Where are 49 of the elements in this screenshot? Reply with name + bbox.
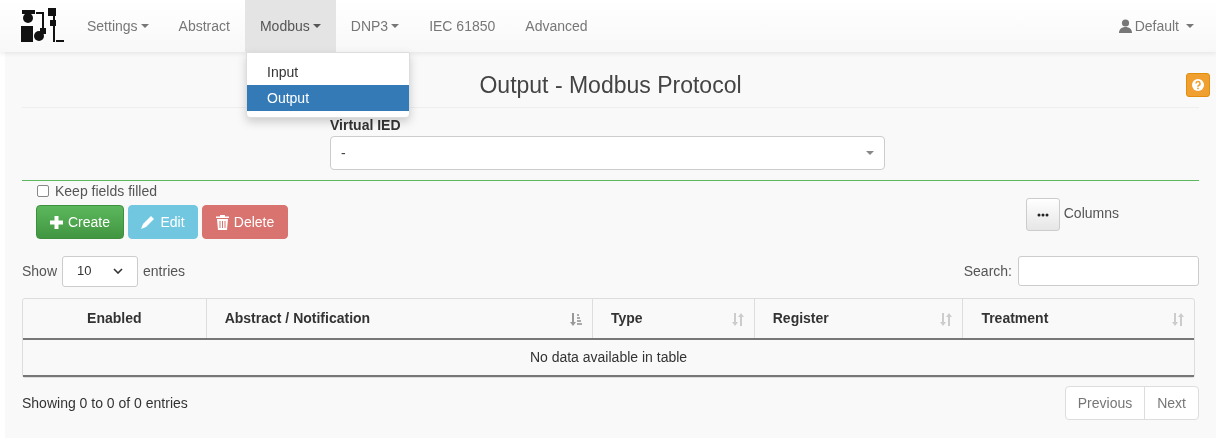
menu-item[interactable]: Output	[247, 85, 409, 111]
checkbox-label: Keep fields filled	[55, 181, 157, 201]
field-label: Virtual IED	[330, 116, 402, 135]
column-header[interactable]: Treatment	[962, 299, 1194, 338]
pagination-button[interactable]: Next	[1144, 387, 1198, 419]
column-header[interactable]: Register	[753, 299, 963, 338]
nav-item[interactable]: Settings	[72, 0, 164, 52]
column-header[interactable]: Type	[592, 299, 754, 338]
nav-item[interactable]: Advanced	[510, 0, 603, 52]
pagination-button[interactable]: Previous	[1065, 387, 1145, 419]
trash-icon	[215, 214, 229, 230]
help-icon	[1192, 79, 1204, 91]
caret-icon	[312, 24, 321, 28]
user-icon	[1118, 19, 1132, 33]
help-button[interactable]	[1186, 73, 1210, 97]
search-field[interactable]	[1018, 256, 1199, 286]
sort-icon	[731, 313, 744, 326]
create-button[interactable]: Create	[36, 205, 124, 239]
length-select[interactable]: 10	[62, 255, 139, 287]
empty-message: No data available in table	[23, 340, 1194, 377]
more-button[interactable]	[1025, 198, 1060, 231]
sort-icon	[1172, 313, 1184, 326]
caret-icon	[1186, 24, 1194, 28]
columns-label: Columns	[1063, 204, 1119, 223]
sort-icon	[940, 313, 953, 326]
sort-icon	[570, 313, 582, 326]
table-info: Showing 0 to 0 of 0 entries	[22, 393, 188, 413]
caret-icon	[140, 24, 149, 28]
caret-icon	[391, 24, 400, 28]
nav-item[interactable]: IEC 61850	[414, 0, 511, 52]
column-header[interactable]: Abstract / Notification	[205, 299, 592, 338]
nav-item[interactable]: DNP3	[335, 0, 415, 52]
more-icon	[1036, 212, 1049, 217]
pencil-icon	[141, 215, 156, 229]
select-field[interactable]: -	[330, 136, 885, 170]
checkbox[interactable]	[37, 185, 49, 197]
plus-icon	[50, 215, 63, 229]
search-label: Search:	[963, 261, 1012, 281]
length-label: Show	[22, 261, 58, 281]
column-header[interactable]: Enabled	[23, 299, 206, 338]
menu-item[interactable]: Input	[247, 59, 409, 85]
page-title: Output - Modbus Protocol	[479, 71, 742, 101]
length-label: entries	[143, 261, 186, 281]
user-menu[interactable]: Default	[1118, 0, 1216, 52]
delete-button[interactable]: Delete	[202, 205, 288, 239]
caret-icon	[866, 151, 874, 155]
nav-item[interactable]: Modbus	[244, 0, 336, 52]
nav-item[interactable]: Abstract	[163, 0, 245, 52]
chevron-icon	[113, 268, 124, 274]
